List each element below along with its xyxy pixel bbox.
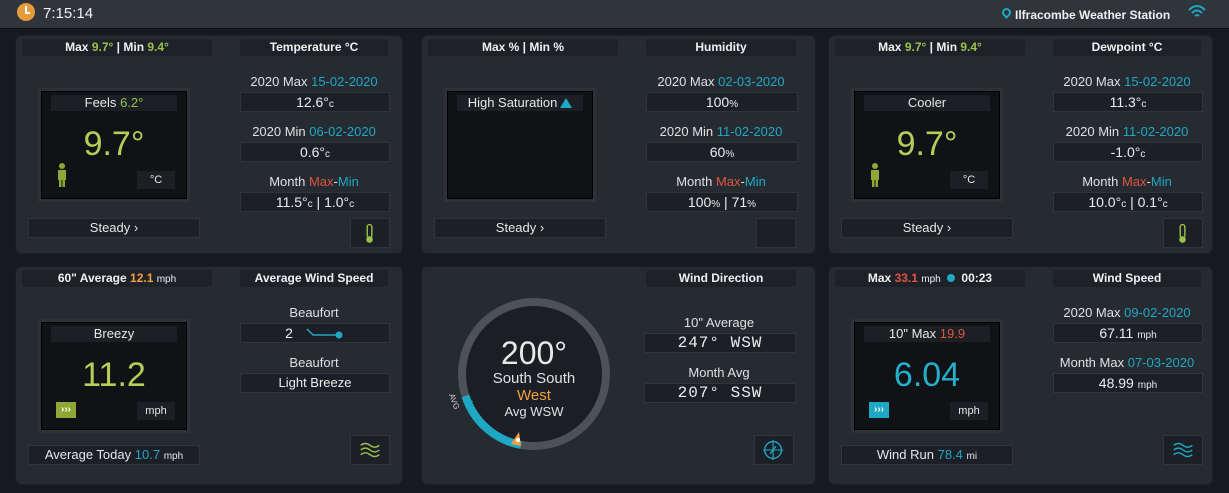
thermometer-button[interactable] [1163,218,1203,248]
temp-max-min-header: Max 9.7° | Min 9.4° [22,39,212,56]
beaufort-number: 2 [240,323,390,343]
temp-year-max-label: 2020 Max 15-02-2020 [250,74,378,89]
dewpoint-year-max-value: 11.3°c [1053,92,1203,112]
wind-speed-unit: mph [950,402,988,420]
beaufort-flag-icon [306,328,343,339]
beaufort-desc-label: Beaufort [289,355,339,370]
humidity-year-min-value: 60% [646,142,798,162]
humidity-year-min-label: 2020 Min 11-02-2020 [659,124,783,139]
avg-wind-status: Breezy [51,326,177,342]
warning-icon [560,98,573,108]
wind-speed-value: 6.04 [893,356,961,394]
thermometer-icon [1179,223,1186,243]
humidity-year-max-label: 2020 Max 02-03-2020 [657,74,785,89]
dewpoint-title: Dewpoint °C [1053,39,1201,56]
wind-speed-panel: Max 33.1 mph 00:23 Wind Speed 10" Max 19… [828,266,1213,485]
compass-icon [762,439,784,461]
wind-year-max-label: 2020 Max 09-02-2020 [1063,305,1191,320]
avg-wind-title: Average Wind Speed [240,270,388,287]
temp-value: 9.7° [83,125,145,163]
humidity-gauge: High Saturation [444,88,596,202]
temp-year-min-label: 2020 Min 06-02-2020 [252,124,376,139]
dewpoint-year-max-label: 2020 Max 15-02-2020 [1063,74,1191,89]
time-dot-icon [947,274,956,282]
top-bar: 7:15:14 Ilfracombe Weather Station [0,0,1229,29]
humidity-status: High Saturation [457,95,583,111]
ten-average-value: 247° WSW [644,333,796,353]
wind-direction-line2: West [517,387,551,404]
avg-wind-gauge: Breezy 11.2 ››› mph [38,319,190,433]
dewpoint-panel: Max 9.7° | Min 9.4° Dewpoint °C Cooler 9… [828,35,1213,254]
avg-wind-panel: 60" Average 12.1 mph Average Wind Speed … [15,266,403,485]
wind-direction-line1: South South [492,370,576,387]
dewpoint-month-label: Month Max-Min [1082,174,1172,189]
wind-speed-gauge: 10" Max 19.9 6.04 ››› mph [851,319,1003,433]
thermometer-button[interactable] [350,218,390,248]
wifi-icon [1188,5,1206,17]
wind-speed-title: Wind Speed [1053,270,1201,287]
feels-like-label: Feels 6.2° [51,95,177,111]
humidity-title: Humidity [646,39,796,56]
wind-direction-title: Wind Direction [646,270,796,287]
wind-direction-avg: Avg WSW [504,404,564,419]
humidity-trend-button[interactable]: Steady › [434,218,606,238]
beaufort-desc: Light Breeze [240,373,390,393]
wind-waves-icon [1173,442,1193,458]
wind-waves-button[interactable] [1163,435,1203,465]
compass-button[interactable] [754,435,794,465]
temp-unit: °C [137,171,175,189]
humidity-month-value: 100% | 71% [646,192,798,212]
thermometer-icon [366,223,373,243]
temp-month-label: Month Max-Min [269,174,359,189]
humidity-icon-button[interactable] [756,218,796,248]
temp-trend-button[interactable]: Steady › [28,218,200,238]
current-time: 7:15:14 [43,5,94,22]
wind-year-max-value: 67.11 mph [1053,323,1203,343]
wind-run-button[interactable]: Wind Run 78.4 mi [841,445,1013,465]
dewpoint-max-min-header: Max 9.7° | Min 9.4° [835,39,1025,56]
dewpoint-unit: °C [950,171,988,189]
temp-title: Temperature °C [240,39,388,56]
temp-month-value: 11.5°c | 1.0°c [240,192,390,212]
wind-month-max-value: 48.99 mph [1053,373,1203,393]
wind-arrows-icon: ››› [56,402,76,418]
temp-gauge: Feels 6.2° 9.7° °C [38,88,190,202]
wind-waves-button[interactable] [350,435,390,465]
dewpoint-gauge: Cooler 9.7° °C [851,88,1003,202]
temp-year-min-value: 0.6°c [240,142,390,162]
wind-direction-degrees: 200° [500,335,568,371]
humidity-max-min-header: Max % | Min % [428,39,618,56]
dewpoint-month-value: 10.0°c | 0.1°c [1053,192,1203,212]
humidity-year-max-value: 100% [646,92,798,112]
average-today-button[interactable]: Average Today 10.7 mph [28,445,200,465]
avg-wind-unit: mph [137,402,175,420]
wind-month-max-label: Month Max 07-03-2020 [1059,355,1195,370]
avg-wind-value: 11.2 [82,356,146,394]
clock-icon [17,3,35,21]
ten-max-label: 10" Max 19.9 [864,326,990,342]
dewpoint-trend-button[interactable]: Steady › [841,218,1013,238]
dewpoint-value: 9.7° [896,125,958,163]
month-avg-value: 207° SSW [644,383,796,403]
ten-average-label: 10" Average [683,315,755,330]
temp-year-max-value: 12.6°c [240,92,390,112]
beaufort-label: Beaufort [289,305,339,320]
temperature-panel: Max 9.7° | Min 9.4° Temperature °C Feels… [15,35,403,254]
dewpoint-status: Cooler [864,95,990,111]
person-icon [871,163,879,187]
wind-waves-icon [360,442,380,458]
dewpoint-year-min-label: 2020 Min 11-02-2020 [1065,124,1189,139]
wind-direction-panel: Wind Direction AVG 200° South South West… [421,266,816,485]
wind-arrows-icon: ››› [869,402,889,418]
avg-wind-60-average: 60" Average 12.1 mph [22,270,212,287]
humidity-month-label: Month Max-Min [676,174,766,189]
map-pin-icon [1000,6,1013,19]
person-icon [58,163,66,187]
station-name: Ilfracombe Weather Station [1015,8,1171,22]
dewpoint-year-min-value: -1.0°c [1053,142,1203,162]
humidity-panel: Max % | Min % Humidity High Saturation 2… [421,35,816,254]
month-avg-label: Month Avg [688,365,750,380]
wind-speed-max-header: Max 33.1 mph 00:23 [835,270,1025,287]
